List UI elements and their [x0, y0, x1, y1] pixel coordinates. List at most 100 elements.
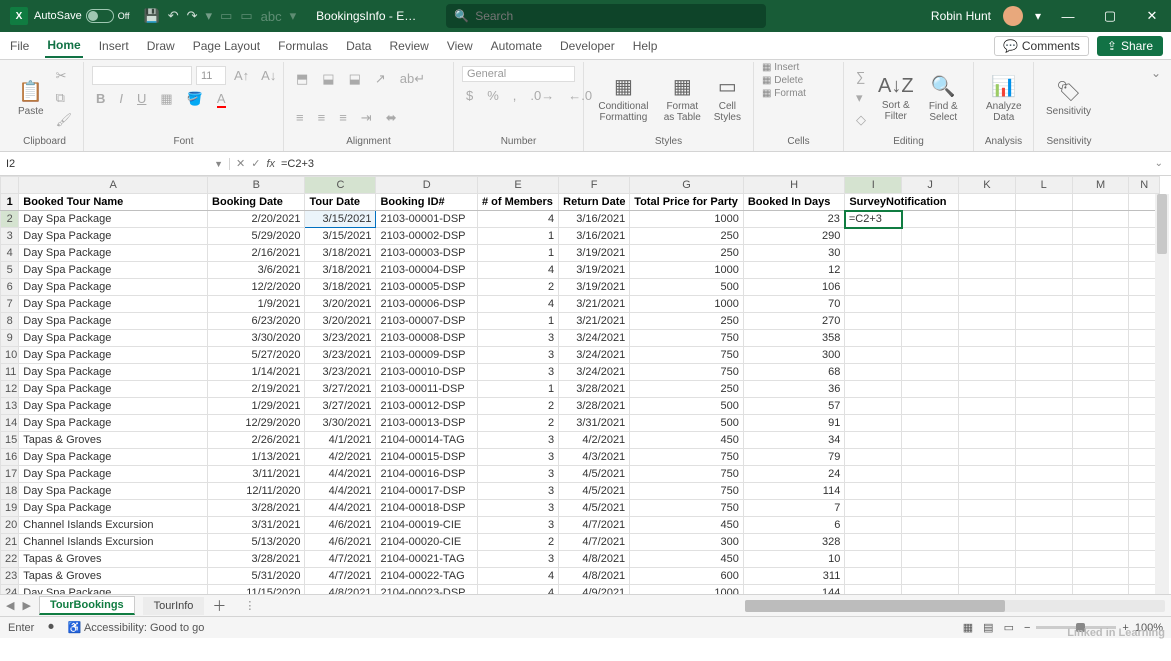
cell[interactable]	[902, 330, 959, 347]
cell[interactable]: 3/31/2021	[208, 517, 305, 534]
cell[interactable]: 2104-00017-DSP	[376, 483, 477, 500]
cell[interactable]	[1072, 551, 1129, 568]
cell[interactable]	[958, 245, 1015, 262]
cell[interactable]: 1000	[630, 296, 744, 313]
cell[interactable]: 4/3/2021	[559, 449, 630, 466]
cell[interactable]: 450	[630, 517, 744, 534]
spreadsheet-grid[interactable]: ABCDEFGHIJKLMN1Booked Tour NameBooking D…	[0, 176, 1171, 594]
cell[interactable]	[902, 364, 959, 381]
sheet-tab-tourbookings[interactable]: TourBookings	[39, 596, 135, 615]
cell[interactable]	[845, 568, 902, 585]
col-header-I[interactable]: I	[845, 177, 902, 194]
cell[interactable]	[1015, 517, 1072, 534]
cell[interactable]: 4	[477, 568, 558, 585]
cell[interactable]: 144	[743, 585, 844, 595]
macro-record-icon[interactable]: ⏺	[48, 621, 54, 634]
cell[interactable]: 4/8/2021	[305, 585, 376, 595]
cell[interactable]: 3/30/2020	[208, 330, 305, 347]
sheet-nav-next-icon[interactable]: ▶	[22, 599, 30, 612]
name-box-dropdown-icon[interactable]: ▼	[214, 159, 223, 169]
cell[interactable]	[902, 466, 959, 483]
cell[interactable]: Tour Date	[305, 194, 376, 211]
cell[interactable]: 750	[630, 364, 744, 381]
tab-view[interactable]: View	[445, 35, 475, 57]
cell[interactable]	[902, 551, 959, 568]
qat-item-icon[interactable]: ▾	[290, 8, 297, 24]
cell[interactable]: 250	[630, 228, 744, 245]
cell[interactable]: 12/29/2020	[208, 415, 305, 432]
cell[interactable]	[958, 551, 1015, 568]
new-sheet-button[interactable]: ＋	[212, 596, 226, 616]
cell[interactable]: 2103-00009-DSP	[376, 347, 477, 364]
cell[interactable]: Day Spa Package	[19, 483, 208, 500]
cell[interactable]: 328	[743, 534, 844, 551]
cell[interactable]: # of Members	[477, 194, 558, 211]
tab-home[interactable]: Home	[45, 34, 82, 58]
cell[interactable]: 5/31/2020	[208, 568, 305, 585]
cell[interactable]: Day Spa Package	[19, 262, 208, 279]
sort-filter-button[interactable]: A↓ZSort & Filter	[874, 73, 918, 124]
cell[interactable]: 70	[743, 296, 844, 313]
cell[interactable]	[1072, 347, 1129, 364]
cell[interactable]: 4/7/2021	[305, 568, 376, 585]
cell[interactable]	[845, 500, 902, 517]
cell[interactable]	[1072, 500, 1129, 517]
sheet-tab-tourinfo[interactable]: TourInfo	[143, 597, 205, 615]
col-header-G[interactable]: G	[630, 177, 744, 194]
cell[interactable]: 5/27/2020	[208, 347, 305, 364]
cell[interactable]	[845, 585, 902, 595]
row-header-4[interactable]: 4	[1, 245, 19, 262]
cell[interactable]	[1015, 415, 1072, 432]
row-header-5[interactable]: 5	[1, 262, 19, 279]
cell[interactable]: 10	[743, 551, 844, 568]
tab-review[interactable]: Review	[387, 35, 430, 57]
cell[interactable]: 250	[630, 313, 744, 330]
tab-developer[interactable]: Developer	[558, 35, 617, 57]
cell[interactable]: 2104-00018-DSP	[376, 500, 477, 517]
cell[interactable]	[845, 228, 902, 245]
cell[interactable]: 450	[630, 432, 744, 449]
cell[interactable]	[1015, 534, 1072, 551]
row-header-24[interactable]: 24	[1, 585, 19, 595]
cell[interactable]: 6	[743, 517, 844, 534]
cell[interactable]: Day Spa Package	[19, 211, 208, 228]
align-top-icon[interactable]: ⬒	[292, 69, 312, 89]
cell[interactable]	[1072, 415, 1129, 432]
cell[interactable]	[958, 228, 1015, 245]
cell[interactable]: 6/23/2020	[208, 313, 305, 330]
cell[interactable]: 3/28/2021	[559, 381, 630, 398]
cell[interactable]: 3/18/2021	[305, 245, 376, 262]
cell[interactable]: 3	[477, 432, 558, 449]
cell[interactable]	[902, 381, 959, 398]
row-header-17[interactable]: 17	[1, 466, 19, 483]
cell[interactable]	[1072, 398, 1129, 415]
cell[interactable]: 750	[630, 449, 744, 466]
name-box[interactable]: I2 ▼	[0, 158, 230, 170]
cell[interactable]: 2104-00019-CIE	[376, 517, 477, 534]
font-size-select[interactable]	[196, 66, 226, 85]
cell[interactable]: 750	[630, 466, 744, 483]
cell[interactable]	[958, 194, 1015, 211]
cell[interactable]: 1	[477, 313, 558, 330]
format-cells-button[interactable]: ▦ Format	[762, 88, 835, 99]
cell[interactable]: 34	[743, 432, 844, 449]
cell[interactable]	[958, 585, 1015, 595]
cell[interactable]: 1000	[630, 211, 744, 228]
cell[interactable]: 11/15/2020	[208, 585, 305, 595]
row-header-12[interactable]: 12	[1, 381, 19, 398]
cell[interactable]: 2103-00006-DSP	[376, 296, 477, 313]
row-header-20[interactable]: 20	[1, 517, 19, 534]
cell[interactable]	[902, 585, 959, 595]
col-header-K[interactable]: K	[958, 177, 1015, 194]
delete-cells-button[interactable]: ▦ Delete	[762, 75, 835, 86]
cell[interactable]: 4/7/2021	[559, 534, 630, 551]
cell[interactable]: Channel Islands Excursion	[19, 534, 208, 551]
tab-data[interactable]: Data	[344, 35, 373, 57]
qat-item-icon[interactable]: ▭	[240, 8, 252, 24]
cell[interactable]: 500	[630, 415, 744, 432]
align-left-icon[interactable]: ≡	[292, 108, 308, 127]
cell[interactable]: 114	[743, 483, 844, 500]
redo-icon[interactable]: ↷	[187, 8, 198, 24]
cell[interactable]	[845, 449, 902, 466]
cell[interactable]	[1072, 313, 1129, 330]
